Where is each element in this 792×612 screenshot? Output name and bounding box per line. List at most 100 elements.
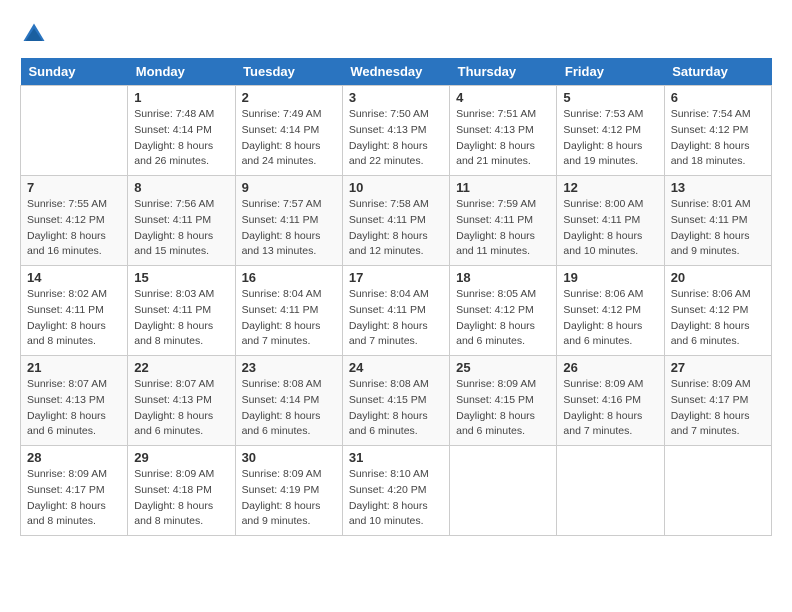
day-info: Sunrise: 7:49 AM Sunset: 4:14 PM Dayligh…: [242, 107, 336, 170]
day-info: Sunrise: 7:55 AM Sunset: 4:12 PM Dayligh…: [27, 197, 121, 260]
calendar-table: SundayMondayTuesdayWednesdayThursdayFrid…: [20, 58, 772, 536]
day-number: 23: [242, 360, 336, 375]
day-number: 24: [349, 360, 443, 375]
calendar-cell: 23Sunrise: 8:08 AM Sunset: 4:14 PM Dayli…: [235, 356, 342, 446]
day-info: Sunrise: 8:09 AM Sunset: 4:18 PM Dayligh…: [134, 467, 228, 530]
calendar-cell: [664, 446, 771, 536]
day-number: 21: [27, 360, 121, 375]
calendar-cell: 13 Sunrise: 8:01 AM Sunset: 4:11 PM Dayli…: [664, 176, 771, 266]
day-info: Sunrise: 7:58 AM Sunset: 4:11 PM Dayligh…: [349, 197, 443, 260]
day-info: Sunrise: 7:53 AM Sunset: 4:12 PM Dayligh…: [563, 107, 657, 170]
day-info: Sunrise: 8:07 AM Sunset: 4:13 PM Dayligh…: [27, 377, 121, 440]
day-number: 9: [242, 180, 336, 195]
day-number: 11: [456, 180, 550, 195]
calendar-cell: 21 Sunrise: 8:07 AM Sunset: 4:13 PM Dayli…: [21, 356, 128, 446]
calendar-cell: 28Sunrise: 8:09 AM Sunset: 4:17 PM Dayli…: [21, 446, 128, 536]
day-info: Sunrise: 7:50 AM Sunset: 4:13 PM Dayligh…: [349, 107, 443, 170]
day-number: 1: [134, 90, 228, 105]
calendar-cell: 6Sunrise: 7:54 AM Sunset: 4:12 PM Daylig…: [664, 86, 771, 176]
weekday-header-row: SundayMondayTuesdayWednesdayThursdayFrid…: [21, 58, 772, 86]
weekday-header-friday: Friday: [557, 58, 664, 86]
day-number: 13: [671, 180, 765, 195]
day-number: 7: [27, 180, 121, 195]
calendar-week-row: 21 Sunrise: 8:07 AM Sunset: 4:13 PM Dayli…: [21, 356, 772, 446]
calendar-week-row: 14Sunrise: 8:02 AM Sunset: 4:11 PM Dayli…: [21, 266, 772, 356]
day-number: 15: [134, 270, 228, 285]
calendar-cell: 9 Sunrise: 7:57 AM Sunset: 4:11 PM Daylig…: [235, 176, 342, 266]
day-number: 4: [456, 90, 550, 105]
calendar-cell: 4 Sunrise: 7:51 AM Sunset: 4:13 PM Daylig…: [450, 86, 557, 176]
day-info: Sunrise: 8:08 AM Sunset: 4:15 PM Dayligh…: [349, 377, 443, 440]
day-info: Sunrise: 8:09 AM Sunset: 4:19 PM Dayligh…: [242, 467, 336, 530]
calendar-cell: 29 Sunrise: 8:09 AM Sunset: 4:18 PM Dayli…: [128, 446, 235, 536]
calendar-week-row: 28Sunrise: 8:09 AM Sunset: 4:17 PM Dayli…: [21, 446, 772, 536]
day-number: 17: [349, 270, 443, 285]
calendar-cell: 8Sunrise: 7:56 AM Sunset: 4:11 PM Daylig…: [128, 176, 235, 266]
weekday-header-sunday: Sunday: [21, 58, 128, 86]
weekday-header-monday: Monday: [128, 58, 235, 86]
calendar-cell: 3 Sunrise: 7:50 AM Sunset: 4:13 PM Daylig…: [342, 86, 449, 176]
calendar-cell: 16 Sunrise: 8:04 AM Sunset: 4:11 PM Dayli…: [235, 266, 342, 356]
calendar-header: SundayMondayTuesdayWednesdayThursdayFrid…: [21, 58, 772, 86]
day-info: Sunrise: 8:06 AM Sunset: 4:12 PM Dayligh…: [671, 287, 765, 350]
day-number: 14: [27, 270, 121, 285]
day-number: 10: [349, 180, 443, 195]
calendar-cell: 24 Sunrise: 8:08 AM Sunset: 4:15 PM Dayli…: [342, 356, 449, 446]
day-number: 16: [242, 270, 336, 285]
day-number: 31: [349, 450, 443, 465]
calendar-cell: 15Sunrise: 8:03 AM Sunset: 4:11 PM Dayli…: [128, 266, 235, 356]
calendar-cell: 30Sunrise: 8:09 AM Sunset: 4:19 PM Dayli…: [235, 446, 342, 536]
calendar-cell: 11 Sunrise: 7:59 AM Sunset: 4:11 PM Dayli…: [450, 176, 557, 266]
day-number: 29: [134, 450, 228, 465]
day-number: 2: [242, 90, 336, 105]
calendar-cell: 25 Sunrise: 8:09 AM Sunset: 4:15 PM Dayli…: [450, 356, 557, 446]
day-number: 6: [671, 90, 765, 105]
calendar-cell: [557, 446, 664, 536]
day-info: Sunrise: 8:07 AM Sunset: 4:13 PM Dayligh…: [134, 377, 228, 440]
day-number: 19: [563, 270, 657, 285]
calendar-cell: 2 Sunrise: 7:49 AM Sunset: 4:14 PM Daylig…: [235, 86, 342, 176]
calendar-cell: 7 Sunrise: 7:55 AM Sunset: 4:12 PM Daylig…: [21, 176, 128, 266]
day-info: Sunrise: 8:06 AM Sunset: 4:12 PM Dayligh…: [563, 287, 657, 350]
calendar-cell: [450, 446, 557, 536]
calendar-cell: 1 Sunrise: 7:48 AM Sunset: 4:14 PM Daylig…: [128, 86, 235, 176]
day-info: Sunrise: 7:51 AM Sunset: 4:13 PM Dayligh…: [456, 107, 550, 170]
day-info: Sunrise: 8:00 AM Sunset: 4:11 PM Dayligh…: [563, 197, 657, 260]
calendar-cell: 20 Sunrise: 8:06 AM Sunset: 4:12 PM Dayli…: [664, 266, 771, 356]
calendar-cell: 27 Sunrise: 8:09 AM Sunset: 4:17 PM Dayli…: [664, 356, 771, 446]
day-info: Sunrise: 8:09 AM Sunset: 4:16 PM Dayligh…: [563, 377, 657, 440]
day-number: 27: [671, 360, 765, 375]
weekday-header-saturday: Saturday: [664, 58, 771, 86]
logo-icon: [20, 20, 48, 48]
day-info: Sunrise: 8:10 AM Sunset: 4:20 PM Dayligh…: [349, 467, 443, 530]
day-info: Sunrise: 7:59 AM Sunset: 4:11 PM Dayligh…: [456, 197, 550, 260]
calendar-cell: 22 Sunrise: 8:07 AM Sunset: 4:13 PM Dayli…: [128, 356, 235, 446]
calendar-cell: 10 Sunrise: 7:58 AM Sunset: 4:11 PM Dayli…: [342, 176, 449, 266]
calendar-cell: 31 Sunrise: 8:10 AM Sunset: 4:20 PM Dayli…: [342, 446, 449, 536]
calendar-cell: 19 Sunrise: 8:06 AM Sunset: 4:12 PM Dayli…: [557, 266, 664, 356]
day-info: Sunrise: 8:09 AM Sunset: 4:17 PM Dayligh…: [671, 377, 765, 440]
day-number: 18: [456, 270, 550, 285]
weekday-header-thursday: Thursday: [450, 58, 557, 86]
weekday-header-wednesday: Wednesday: [342, 58, 449, 86]
calendar-body: 1 Sunrise: 7:48 AM Sunset: 4:14 PM Daylig…: [21, 86, 772, 536]
day-number: 25: [456, 360, 550, 375]
day-number: 8: [134, 180, 228, 195]
calendar-cell: 17Sunrise: 8:04 AM Sunset: 4:11 PM Dayli…: [342, 266, 449, 356]
day-info: Sunrise: 8:04 AM Sunset: 4:11 PM Dayligh…: [242, 287, 336, 350]
day-number: 3: [349, 90, 443, 105]
day-number: 5: [563, 90, 657, 105]
day-info: Sunrise: 7:57 AM Sunset: 4:11 PM Dayligh…: [242, 197, 336, 260]
calendar-cell: [21, 86, 128, 176]
day-number: 12: [563, 180, 657, 195]
calendar-week-row: 1 Sunrise: 7:48 AM Sunset: 4:14 PM Daylig…: [21, 86, 772, 176]
day-info: Sunrise: 7:48 AM Sunset: 4:14 PM Dayligh…: [134, 107, 228, 170]
day-info: Sunrise: 8:09 AM Sunset: 4:15 PM Dayligh…: [456, 377, 550, 440]
day-info: Sunrise: 8:01 AM Sunset: 4:11 PM Dayligh…: [671, 197, 765, 260]
day-number: 22: [134, 360, 228, 375]
day-info: Sunrise: 8:09 AM Sunset: 4:17 PM Dayligh…: [27, 467, 121, 530]
day-number: 20: [671, 270, 765, 285]
calendar-cell: 12 Sunrise: 8:00 AM Sunset: 4:11 PM Dayli…: [557, 176, 664, 266]
calendar-week-row: 7 Sunrise: 7:55 AM Sunset: 4:12 PM Daylig…: [21, 176, 772, 266]
calendar-cell: 18Sunrise: 8:05 AM Sunset: 4:12 PM Dayli…: [450, 266, 557, 356]
